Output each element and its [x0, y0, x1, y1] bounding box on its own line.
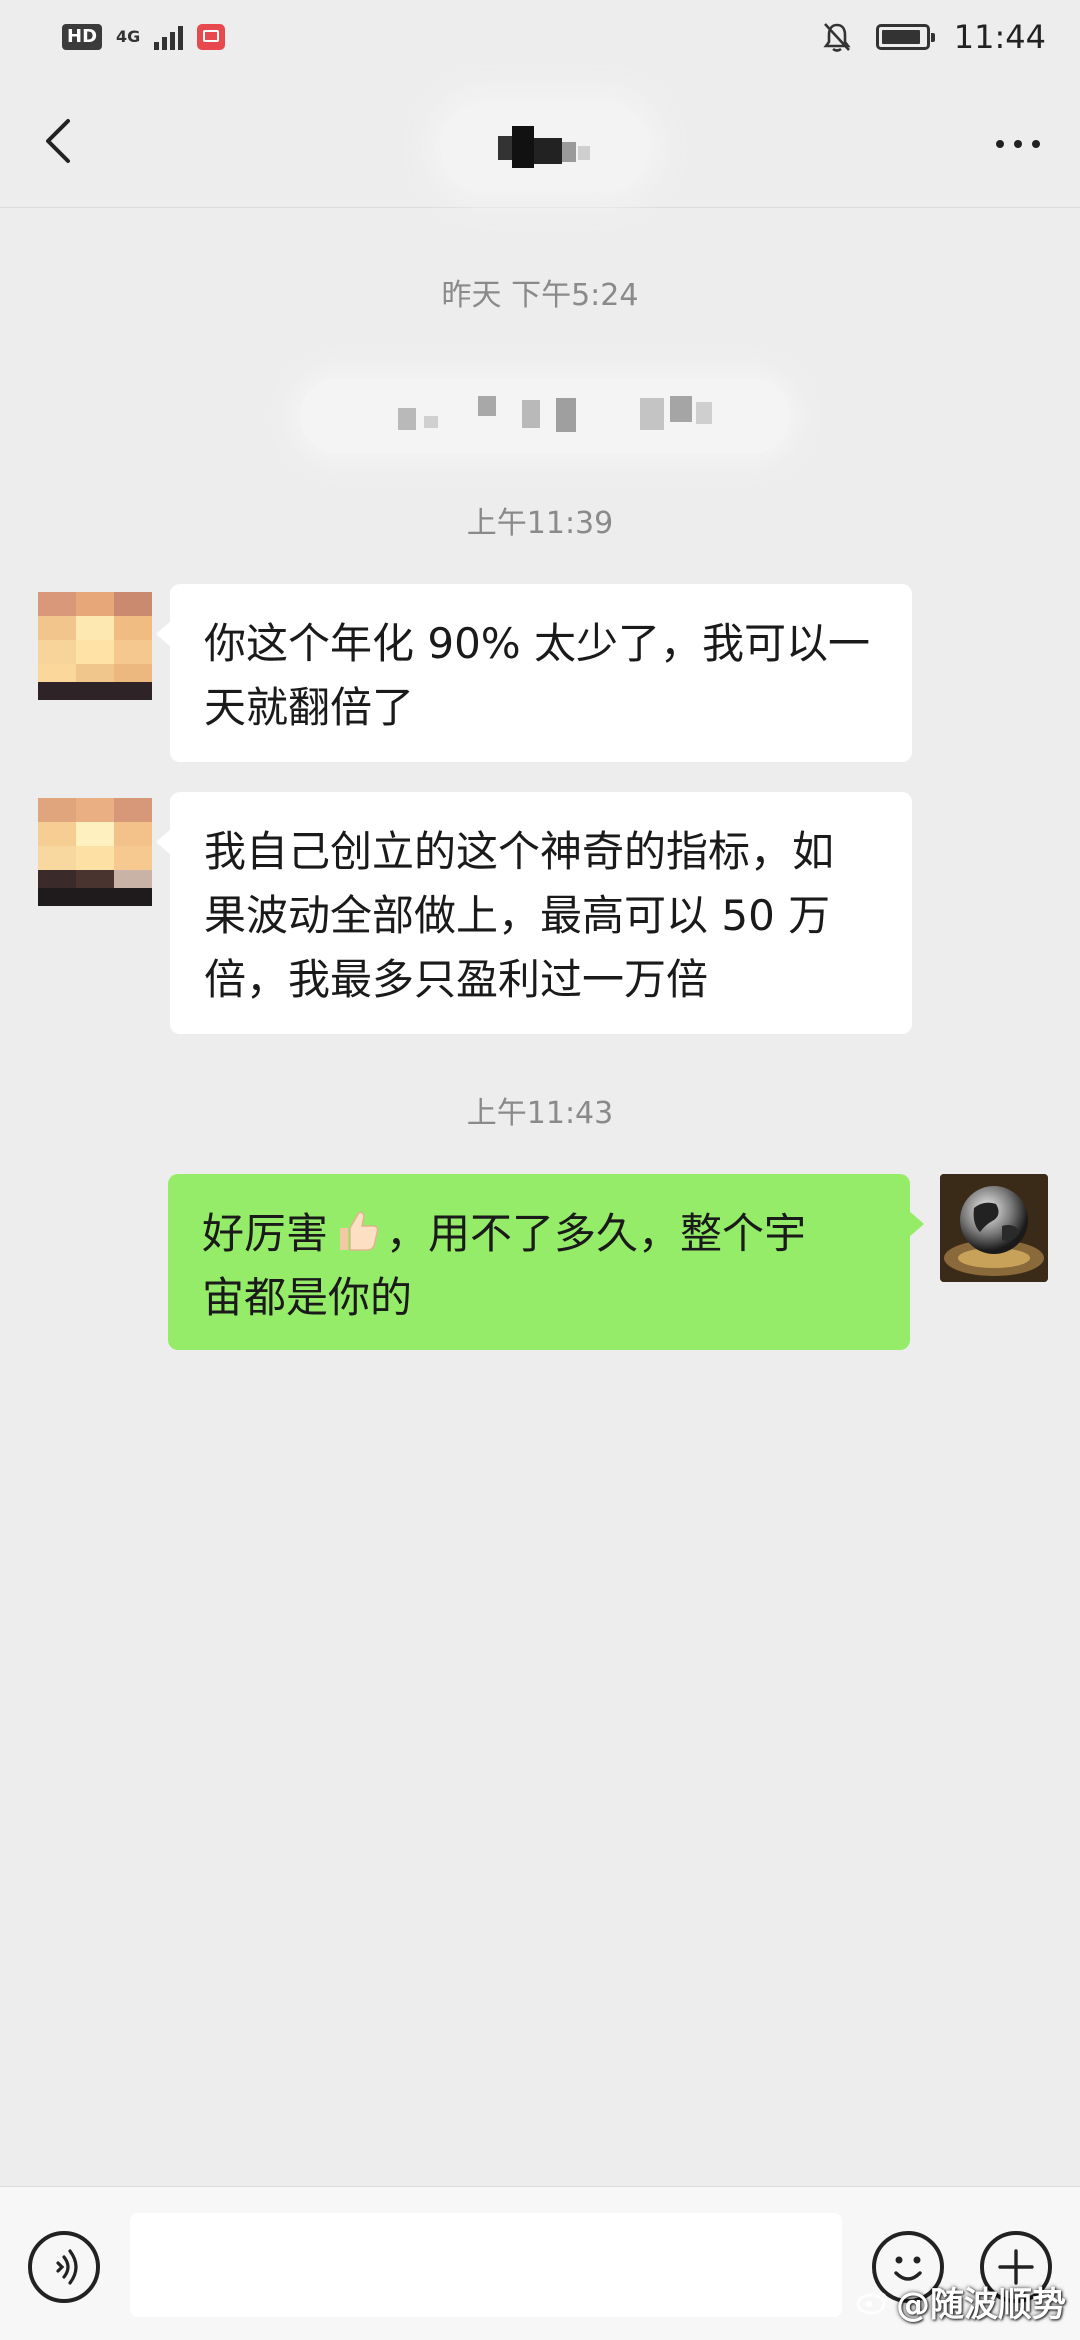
message-input[interactable]	[130, 2213, 842, 2317]
voice-input-button[interactable]	[28, 2231, 100, 2303]
contact-avatar[interactable]	[38, 798, 152, 906]
network-type: 4G	[116, 27, 141, 46]
message-line: 我自己创立的这个神奇的指标，如	[204, 827, 835, 876]
book-app-icon	[197, 24, 226, 50]
message-text: ，用不了多久，整个宇	[386, 1209, 807, 1258]
more-dots-icon	[996, 140, 1004, 148]
network-type-label: 4G	[116, 29, 140, 45]
timestamp-1139: 上午11:39	[466, 506, 614, 541]
timestamp-yesterday: 昨天 下午5:24	[441, 278, 639, 313]
battery-icon	[875, 24, 935, 50]
thumbs-up-icon	[340, 1211, 379, 1251]
input-bar: @随波顺势	[0, 2186, 1080, 2340]
message-text: 好厉害	[202, 1209, 329, 1258]
more-options-button[interactable]	[980, 124, 1056, 164]
message-bubble-outgoing[interactable]: 好厉害 ，用不了多久，整个宇 宙都是你的	[168, 1174, 924, 1350]
redacted-message	[300, 378, 790, 454]
watermark-text: @随波顺势	[896, 2285, 1066, 2325]
message-line: 你这个年化 90% 太少了，我可以一	[204, 619, 871, 668]
globe-icon	[940, 1174, 1048, 1282]
message-line: 天就翻倍了	[204, 683, 415, 732]
watermark: @随波顺势	[856, 2277, 1066, 2326]
message-bubble-incoming[interactable]: 我自己创立的这个神奇的指标，如 果波动全部做上，最高可以 50 万 倍，我最多只…	[156, 792, 912, 1034]
signal-icon	[154, 24, 184, 50]
status-left: HD 4G	[62, 24, 226, 50]
message-bubble-incoming[interactable]: 你这个年化 90% 太少了，我可以一 天就翻倍了	[156, 584, 912, 762]
status-bar: HD 4G 11:44	[0, 0, 1080, 74]
more-dot	[1014, 140, 1022, 148]
status-right: 11:44	[822, 18, 1046, 56]
own-avatar[interactable]	[940, 1174, 1048, 1282]
message-line: 倍，我最多只盈利过一万倍	[204, 955, 709, 1004]
message-line: 宙都是你的	[202, 1273, 413, 1322]
message-line: 果波动全部做上，最高可以 50 万	[204, 891, 831, 940]
status-clock: 11:44	[953, 18, 1046, 56]
chat-header	[0, 74, 1080, 208]
timestamp-1143: 上午11:43	[466, 1096, 614, 1131]
weibo-logo-icon	[856, 2291, 888, 2314]
redacted-name-pixels	[498, 126, 598, 168]
contact-avatar[interactable]	[38, 592, 152, 700]
more-dot	[1032, 140, 1040, 148]
voice-icon	[56, 2249, 78, 2285]
hd-icon: HD	[62, 24, 103, 50]
message-line: 好厉害 ，用不了多久，整个宇	[202, 1202, 876, 1266]
back-button[interactable]	[34, 116, 80, 166]
mute-notification-icon	[823, 23, 851, 52]
chevron-left-icon	[46, 119, 70, 163]
